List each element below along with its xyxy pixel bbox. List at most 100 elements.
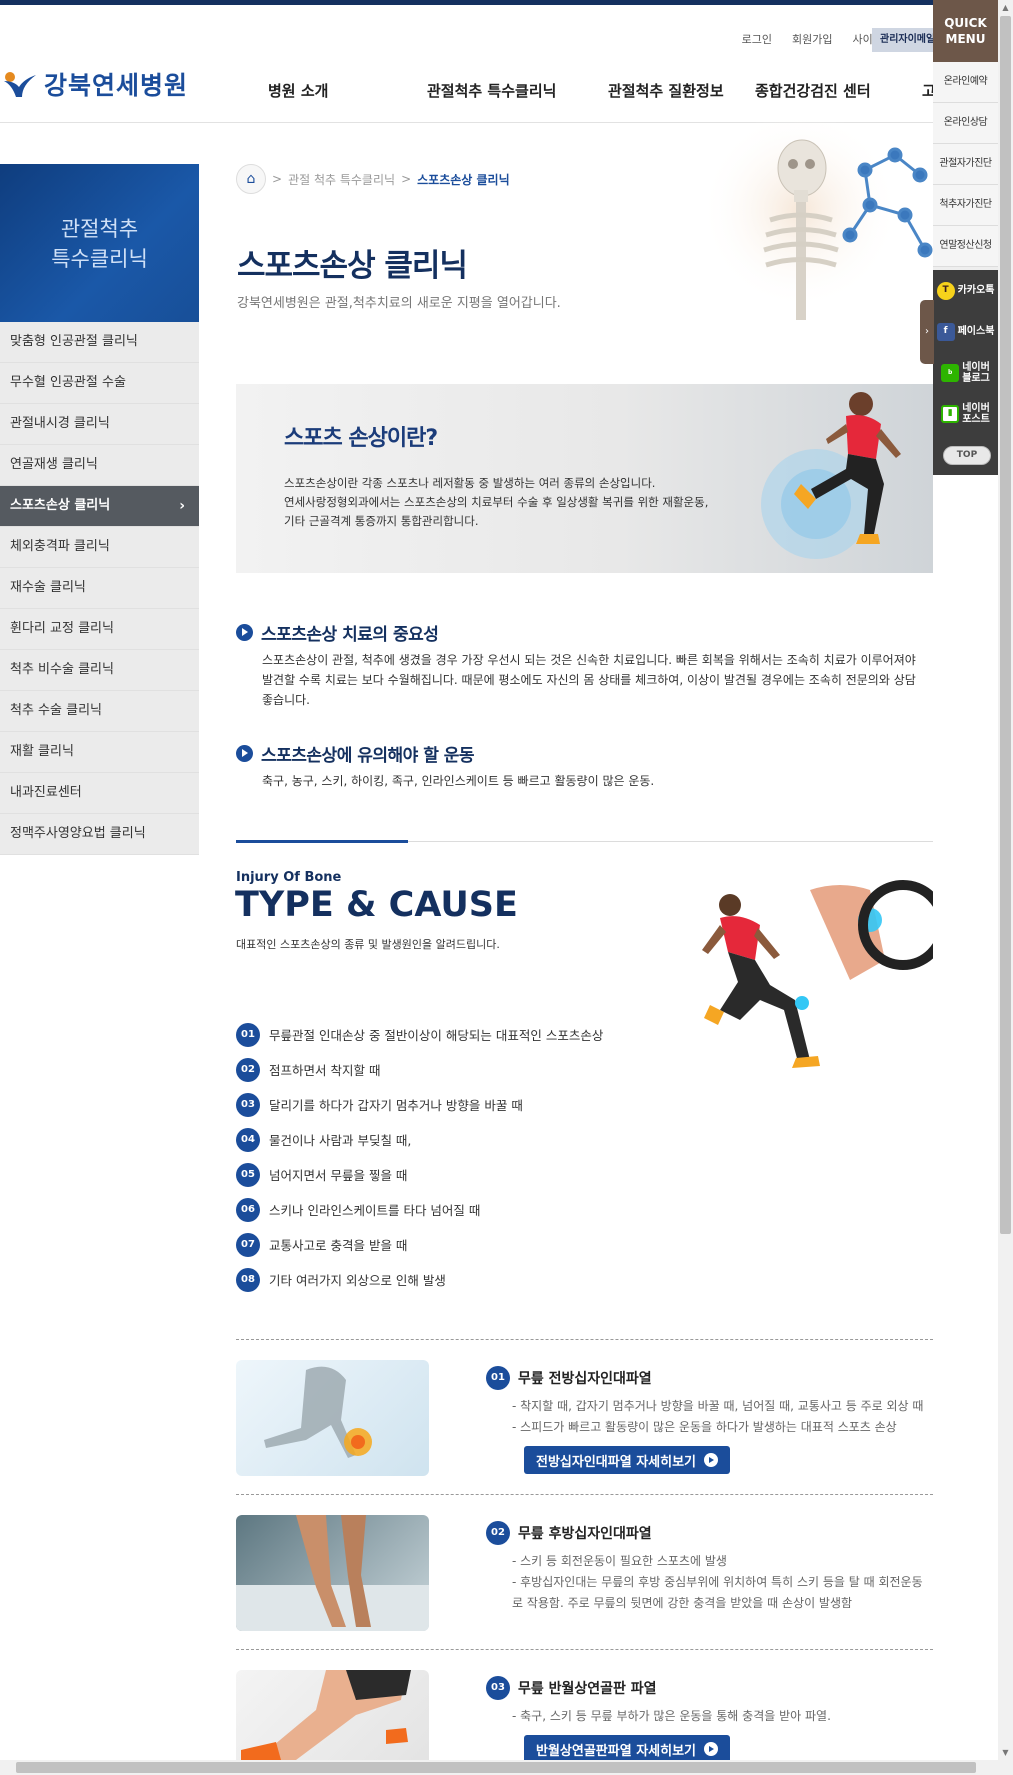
step-number-badge: 01: [236, 1022, 260, 1047]
banner-title: 스포츠 손상이란?: [284, 426, 438, 451]
quick-head-line2: MENU: [945, 32, 986, 46]
facebook-icon: f: [936, 322, 955, 341]
quick-joint-selfcheck[interactable]: 관절자가진단: [933, 144, 998, 185]
gnb-item-about[interactable]: 병원 소개: [268, 80, 328, 101]
sidebar-item-spine-surgery[interactable]: 척추 수술 클리닉: [0, 691, 199, 732]
injury-desc-line: - 착지할 때, 갑자기 멈추거나 방향을 바꿀 때, 넘어질 때, 교통사고 …: [512, 1399, 924, 1413]
importance-title: 스포츠손상 치료의 중요성: [261, 625, 439, 645]
circle-arrow-icon: [236, 745, 253, 762]
scroll-up-arrow-icon[interactable]: ▲: [998, 0, 1013, 15]
caution-heading: 스포츠손상에 유의해야 할 운동: [236, 741, 475, 766]
top-accent-bar: [0, 0, 1013, 5]
sidebar-item-custom-joint[interactable]: 맞춤형 인공관절 클리닉: [0, 322, 199, 363]
post-icon: ▮: [941, 404, 960, 423]
acl-detail-button[interactable]: 전방십자인대파열 자세히보기: [524, 1446, 731, 1474]
sidebar-item-bowleg[interactable]: 휜다리 교정 클리닉: [0, 609, 199, 650]
gnb-item-special-clinic[interactable]: 관절척추 특수클리닉: [427, 80, 556, 101]
sidebar-item-sports-injury[interactable]: 스포츠손상 클리닉 ›: [0, 486, 199, 527]
sns-label: 네이버 포스트: [962, 403, 990, 425]
home-icon[interactable]: ⌂: [236, 164, 266, 194]
sidebar-item-label: 무수혈 인공관절 수술: [10, 375, 126, 390]
quick-online-reservation[interactable]: 온라인예약: [933, 62, 998, 103]
sidebar-item-bloodless-surgery[interactable]: 무수혈 인공관절 수술: [0, 363, 199, 404]
login-link[interactable]: 로그인: [742, 28, 772, 52]
step-number-badge: 03: [236, 1092, 260, 1117]
sns-label: 네이버 블로그: [962, 362, 990, 384]
sidebar-item-arthroscopy[interactable]: 관절내시경 클리닉: [0, 404, 199, 445]
sidebar-item-rehab[interactable]: 재활 클리닉: [0, 732, 199, 773]
caution-title: 스포츠손상에 유의해야 할 운동: [261, 746, 475, 766]
page-title: 스포츠손상 클리닉: [237, 248, 468, 284]
banner-line: 스포츠손상이란 각종 스포츠나 레저활동 중 발생하는 여러 종류의 손상입니다…: [284, 476, 656, 490]
kakaotalk-link[interactable]: T 카카오톡: [933, 270, 998, 311]
meniscus-detail-button[interactable]: 반월상연골판파열 자세히보기: [524, 1735, 731, 1763]
page-subtitle: 강북연세병원은 관절,척추치료의 새로운 지평을 열어갑니다.: [237, 296, 561, 311]
quick-sns-panel: T 카카오톡 f 페이스북 b 네이버 블로그 ▮ 네이버 포스트: [933, 270, 998, 475]
quick-spine-selfcheck[interactable]: 척추자가진단: [933, 185, 998, 226]
quick-menu-toggle[interactable]: ›: [920, 300, 934, 364]
sidebar-item-label: 정맥주사영양요법 클리닉: [10, 826, 146, 841]
list-item: 07 교통사고로 충격을 받을 때: [236, 1227, 603, 1262]
list-item: 05 넘어지면서 무릎을 찧을 때: [236, 1157, 603, 1192]
admin-email-button[interactable]: 관리자이메일: [872, 28, 942, 52]
sidebar-title-line1: 관절척추: [60, 217, 139, 241]
quick-online-consult[interactable]: 온라인상담: [933, 103, 998, 144]
breadcrumb-sep: >: [272, 172, 283, 186]
gnb-item-disease-info[interactable]: 관절척추 질환정보: [608, 80, 724, 101]
banner-line: 연세사랑정형외과에서는 스포츠손상의 치료부터 수술 후 일상생활 복귀를 위한…: [284, 495, 709, 509]
banner-body: 스포츠손상이란 각종 스포츠나 레저활동 중 발생하는 여러 종류의 손상입니다…: [284, 474, 708, 531]
sidebar-item-label: 휜다리 교정 클리닉: [10, 621, 114, 636]
facebook-link[interactable]: f 페이스북: [933, 311, 998, 352]
breadcrumb: ⌂ > 관절 척추 특수클리닉 > 스포츠손상 클리닉: [236, 164, 510, 194]
list-item: 06 스키나 인라인스케이트를 타다 넘어질 때: [236, 1192, 603, 1227]
signup-link[interactable]: 회원가입: [792, 28, 832, 52]
dashed-divider: [236, 1649, 933, 1650]
sidebar-item-label: 스포츠손상 클리닉: [10, 498, 111, 513]
injury-desc-line: 로 작용함. 주로 무릎의 뒷면에 강한 충격을 받았을 때 손상이 발생함: [512, 1596, 853, 1610]
breadcrumb-parent[interactable]: 관절 척추 특수클리닉: [288, 171, 395, 188]
main-navigation: 병원 소개 관절척추 특수클리닉 관절척추 질환정보 종합건강검진 센터 고: [0, 80, 936, 104]
step-number-badge: 06: [236, 1197, 260, 1222]
sidebar-title-line2: 특수클리닉: [51, 247, 148, 271]
injury-desc-line: - 스키 등 회전운동이 필요한 스포츠에 발생: [512, 1554, 727, 1568]
sidebar-item-spine-nonsurgical[interactable]: 척추 비수술 클리닉: [0, 650, 199, 691]
importance-heading: 스포츠손상 치료의 중요성: [236, 620, 439, 645]
cause-text: 물건이나 사람과 부딪칠 때,: [269, 1133, 412, 1148]
vertical-scroll-thumb[interactable]: [1000, 16, 1011, 1234]
quick-tax-settlement[interactable]: 연말정산신청: [933, 226, 998, 267]
injury-desc-line: - 스피드가 빠르고 활동량이 많은 운동을 하다가 발생하는 대표적 스포츠 …: [512, 1420, 897, 1434]
sns-label: 카카오톡: [957, 285, 995, 296]
sidebar-item-revision[interactable]: 재수술 클리닉: [0, 568, 199, 609]
list-item: 01 무릎관절 인대손상 중 절반이상이 해당되는 대표적인 스포츠손상: [236, 1017, 603, 1052]
sidebar-item-internal-medicine[interactable]: 내과진료센터: [0, 773, 199, 814]
sidebar-item-iv-nutrition[interactable]: 정맥주사영양요법 클리닉: [0, 814, 199, 855]
gnb-item-checkup-center[interactable]: 종합건강검진 센터: [755, 80, 871, 101]
injury-title: 무릎 후방십자인대파열: [518, 1526, 652, 1542]
kakao-icon: T: [936, 281, 955, 300]
sns-label-line1: 네이버: [962, 361, 990, 373]
list-item: 08 기타 여러가지 외상으로 인해 발생: [236, 1262, 603, 1297]
naver-blog-link[interactable]: b 네이버 블로그: [933, 352, 998, 393]
pcl-injury-image: [236, 1515, 429, 1631]
cause-text: 무릎관절 인대손상 중 절반이상이 해당되는 대표적인 스포츠손상: [269, 1028, 604, 1043]
sidebar-item-label: 재수술 클리닉: [10, 580, 86, 595]
cause-text: 넘어지면서 무릎을 찧을 때: [269, 1168, 408, 1183]
sidebar-item-label: 체외충격파 클리닉: [10, 539, 110, 554]
play-circle-icon: [704, 1742, 719, 1756]
horizontal-scroll-thumb[interactable]: [16, 1762, 976, 1773]
injury-desc-line: - 후방십자인대는 무릎의 후방 중심부위에 위치하여 특히 스키 등을 탈 때…: [512, 1575, 923, 1589]
type-cause-eyebrow: Injury Of Bone: [236, 870, 342, 885]
step-number-badge: 01: [486, 1366, 510, 1390]
scroll-down-arrow-icon[interactable]: ▼: [998, 1745, 1013, 1760]
injury-title-acl: 01 무릎 전방십자인대파열: [486, 1366, 652, 1390]
step-number-badge: 02: [486, 1521, 510, 1545]
sidebar-item-label: 관절내시경 클리닉: [10, 416, 110, 431]
list-item: 02 점프하면서 착지할 때: [236, 1052, 603, 1087]
type-cause-description: 대표적인 스포츠손상의 종류 및 발생원인을 알려드립니다.: [236, 938, 500, 951]
scroll-top-button[interactable]: TOP: [943, 446, 991, 465]
naver-post-link[interactable]: ▮ 네이버 포스트: [933, 393, 998, 434]
sidebar-item-cartilage[interactable]: 연골재생 클리닉: [0, 445, 199, 486]
importance-line: 스포츠손상이 관절, 척추에 생겼을 경우 가장 우선시 되는 것은 신속한 치…: [262, 653, 916, 667]
circle-arrow-icon: [236, 624, 253, 641]
sidebar-item-shockwave[interactable]: 체외충격파 클리닉: [0, 527, 199, 568]
